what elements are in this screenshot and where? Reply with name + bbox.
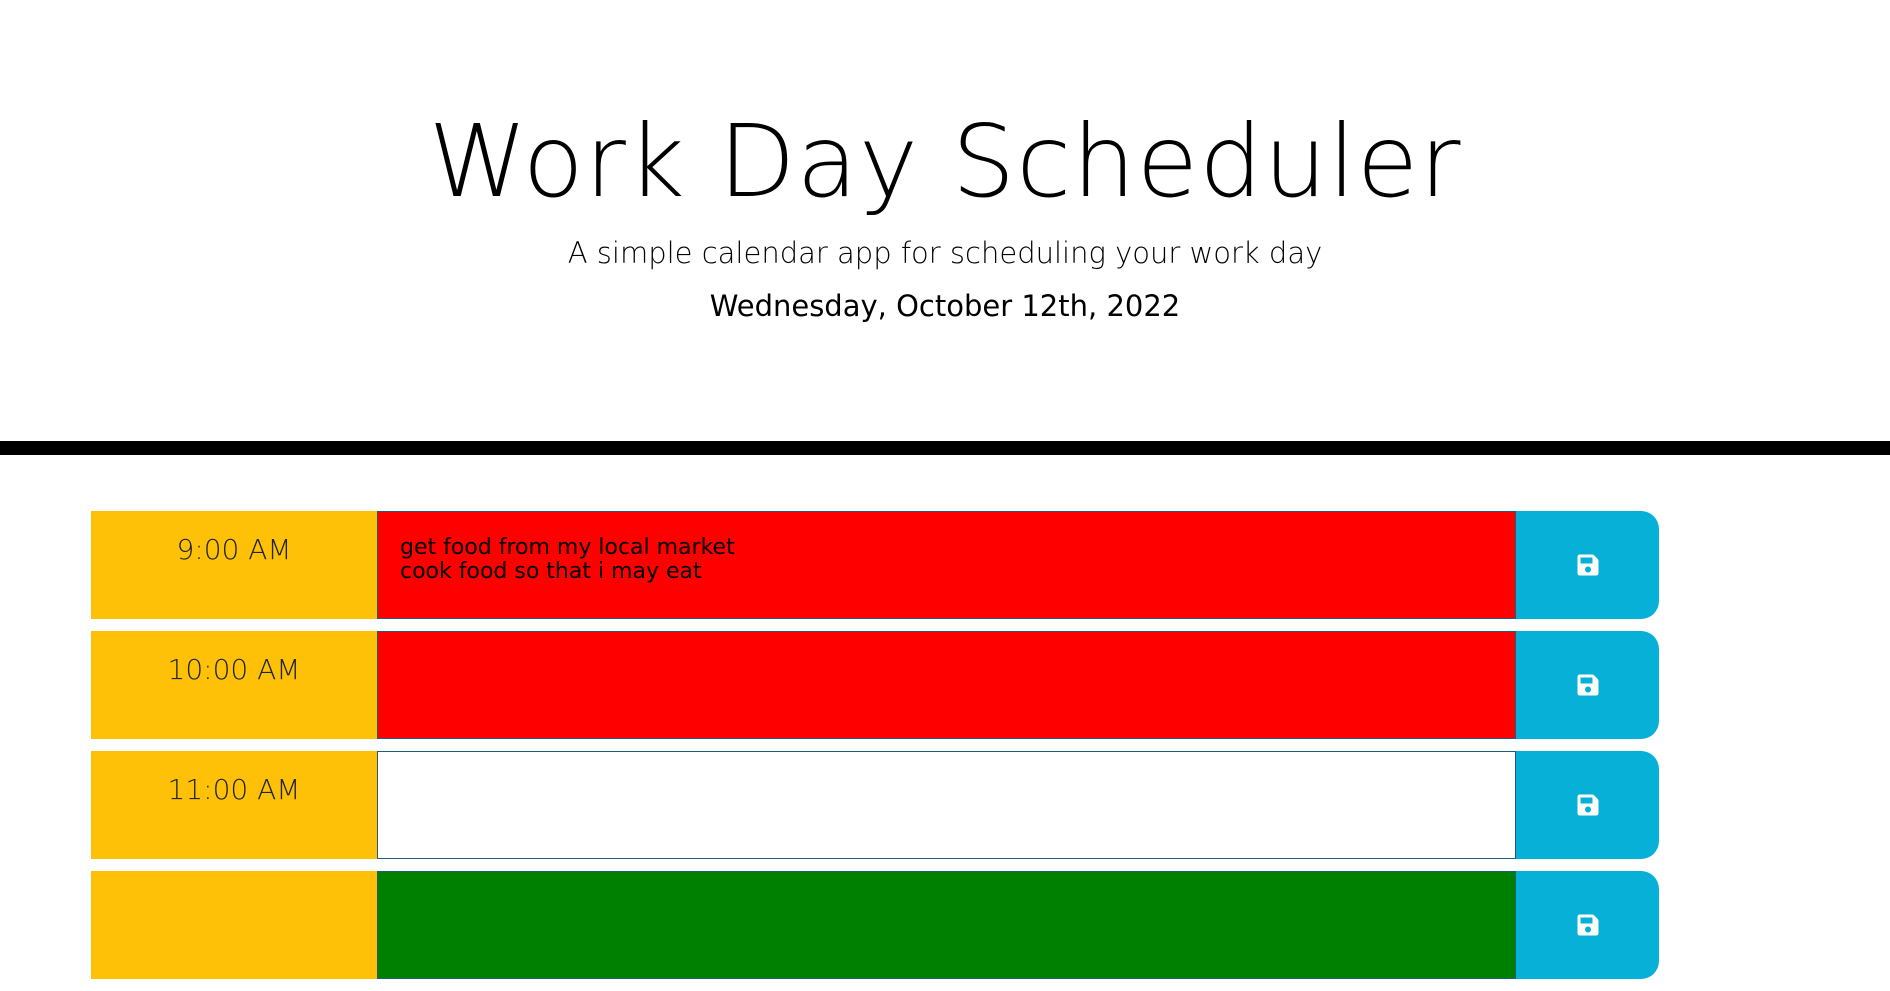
hour-label: 9:00 AM [91, 511, 377, 619]
hour-label: 10:00 AM [91, 631, 377, 739]
description-textarea[interactable]: get food from my local market cook food … [377, 511, 1516, 619]
floppy-disk-icon [1577, 794, 1598, 816]
time-block: 9:00 AM get food from my local market co… [91, 511, 1659, 619]
description-textarea[interactable] [377, 751, 1516, 859]
hour-label: 11:00 AM [91, 751, 377, 859]
time-block-list: 9:00 AM get food from my local market co… [91, 511, 1659, 991]
save-button[interactable] [1516, 871, 1659, 979]
time-block: 10:00 AM [91, 631, 1659, 739]
save-button[interactable] [1516, 751, 1659, 859]
floppy-disk-icon [1577, 554, 1598, 576]
description-textarea[interactable] [377, 871, 1516, 979]
time-block: 11:00 AM [91, 751, 1659, 859]
save-button[interactable] [1516, 631, 1659, 739]
current-day: Wednesday, October 12th, 2022 [709, 289, 1181, 323]
floppy-disk-icon [1577, 674, 1598, 696]
hour-label [91, 871, 377, 979]
header: Work Day Scheduler A simple calendar app… [0, 0, 1890, 455]
page-subtitle: A simple calendar app for scheduling you… [567, 236, 1323, 270]
description-textarea[interactable] [377, 631, 1516, 739]
floppy-disk-icon [1577, 914, 1598, 936]
time-block [91, 871, 1659, 979]
save-button[interactable] [1516, 511, 1659, 619]
page-title: Work Day Scheduler [428, 103, 1462, 220]
